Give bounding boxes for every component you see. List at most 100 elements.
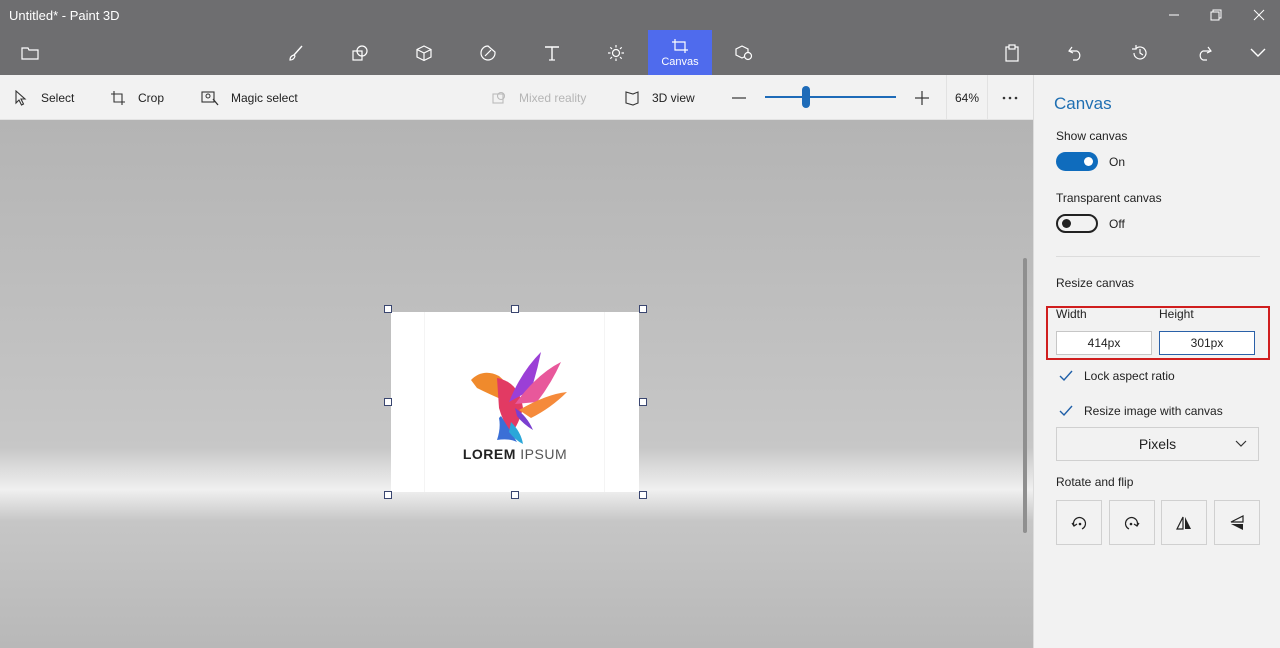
canvas-tool-label: Canvas (661, 55, 699, 68)
flip-vertical-icon (1230, 514, 1244, 530)
crop-icon (111, 90, 125, 105)
resize-handle[interactable] (384, 305, 392, 313)
clipboard-icon (1005, 43, 1019, 62)
paste-button[interactable] (982, 30, 1042, 75)
show-canvas-label: Show canvas (1056, 129, 1128, 143)
rotate-right-icon (1124, 516, 1140, 530)
resize-handle[interactable] (384, 491, 392, 499)
history-icon (1132, 44, 1147, 60)
units-dropdown[interactable]: Pixels (1056, 427, 1259, 461)
restore-button[interactable] (1195, 0, 1237, 30)
mixed-reality-icon (492, 91, 506, 104)
shapes-icon (352, 44, 368, 61)
sun-icon (608, 44, 624, 61)
rotate-right-button[interactable] (1109, 500, 1155, 545)
resize-handle[interactable] (639, 398, 647, 406)
minimize-button[interactable] (1153, 0, 1195, 30)
lock-aspect-checkbox[interactable]: Lock aspect ratio (1056, 366, 1175, 386)
minimize-icon (1169, 14, 1179, 16)
3d-view-button[interactable]: 3D view (624, 75, 695, 120)
redo-icon (1199, 46, 1212, 61)
canvas-panel: Canvas Show canvas On Transparent canvas… (1033, 75, 1280, 648)
menu-button[interactable] (0, 30, 60, 75)
3d-view-label: 3D view (652, 90, 695, 105)
rotate-left-button[interactable] (1056, 500, 1102, 545)
logo-text-bold: LOREM (462, 446, 516, 462)
zoom-slider-track[interactable] (765, 96, 896, 98)
sticker-icon (480, 44, 496, 61)
height-field[interactable]: 301px (1159, 331, 1255, 355)
resize-handle[interactable] (639, 491, 647, 499)
3d-library-icon (735, 44, 753, 60)
units-selected: Pixels (1138, 436, 1177, 452)
3d-shapes-tool[interactable] (394, 30, 454, 75)
select-button[interactable]: Select (13, 75, 74, 120)
vertical-scrollbar[interactable] (1023, 258, 1027, 533)
check-icon (1056, 366, 1076, 386)
rotate-flip-label: Rotate and flip (1056, 475, 1134, 489)
folder-icon (21, 46, 39, 60)
resize-image-label: Resize image with canvas (1084, 404, 1223, 418)
chevron-down-icon (1235, 440, 1247, 447)
restore-icon (1210, 9, 1222, 21)
expand-menu-button[interactable] (1228, 30, 1280, 75)
show-canvas-state: On (1109, 155, 1126, 169)
logo-text-light: IPSUM (515, 446, 568, 462)
width-field[interactable]: 414px (1056, 331, 1152, 355)
canvas[interactable]: LOREM IPSUM (391, 312, 639, 492)
close-icon (1253, 9, 1265, 21)
undo-button[interactable] (1046, 30, 1106, 75)
history-button[interactable] (1110, 30, 1170, 75)
canvas-subtoolbar: Select Crop Magic select Mixed reality 3… (0, 75, 1033, 120)
more-options-button[interactable] (1002, 75, 1030, 120)
resize-handle[interactable] (384, 398, 392, 406)
flip-horizontal-button[interactable] (1161, 500, 1207, 545)
pointer-icon (15, 89, 27, 106)
stickers-tool[interactable] (458, 30, 518, 75)
window-title: Untitled* - Paint 3D (9, 8, 120, 23)
resize-canvas-label: Resize canvas (1056, 276, 1135, 290)
brush-icon (289, 45, 303, 61)
resize-image-checkbox[interactable]: Resize image with canvas (1056, 401, 1223, 421)
canvas-tool[interactable]: Canvas (648, 30, 712, 75)
cube-icon (416, 44, 432, 61)
effects-tool[interactable] (586, 30, 646, 75)
flip-horizontal-icon (1176, 516, 1191, 530)
title-bar: Untitled* - Paint 3D (0, 0, 1280, 30)
panel-title: Canvas (1054, 94, 1112, 113)
zoom-out-button[interactable] (731, 75, 759, 120)
3d-library-tool[interactable] (714, 30, 774, 75)
mixed-reality-label: Mixed reality (519, 90, 587, 105)
lock-aspect-label: Lock aspect ratio (1084, 369, 1175, 383)
chevron-down-icon (1250, 48, 1266, 57)
transparent-canvas-toggle[interactable] (1056, 214, 1098, 233)
text-icon (545, 45, 559, 61)
toggle-knob (1084, 157, 1093, 166)
mixed-reality-button[interactable]: Mixed reality (491, 75, 586, 120)
width-label: Width (1056, 307, 1087, 321)
2d-shapes-tool[interactable] (330, 30, 390, 75)
resize-handle[interactable] (639, 305, 647, 313)
flip-vertical-button[interactable] (1214, 500, 1260, 545)
show-canvas-toggle[interactable] (1056, 152, 1098, 171)
divider (1056, 256, 1260, 257)
crop-button[interactable]: Crop (110, 75, 164, 120)
magic-select-icon (201, 90, 219, 105)
zoom-slider-thumb[interactable] (802, 86, 810, 108)
redo-button[interactable] (1174, 30, 1234, 75)
resize-handle[interactable] (511, 491, 519, 499)
crop-label: Crop (138, 90, 165, 105)
main-toolbar: Canvas (0, 30, 1280, 75)
plus-icon (915, 90, 929, 105)
3d-view-icon (625, 90, 639, 106)
text-tool[interactable] (522, 30, 582, 75)
brushes-tool[interactable] (266, 30, 326, 75)
close-button[interactable] (1238, 0, 1280, 30)
resize-handle[interactable] (511, 305, 519, 313)
zoom-level[interactable]: 64% (946, 75, 988, 120)
transparent-canvas-label: Transparent canvas (1056, 191, 1162, 205)
magic-select-button[interactable]: Magic select (201, 75, 298, 120)
zoom-in-button[interactable] (914, 75, 942, 120)
select-label: Select (41, 90, 75, 105)
rotate-left-icon (1071, 516, 1087, 530)
